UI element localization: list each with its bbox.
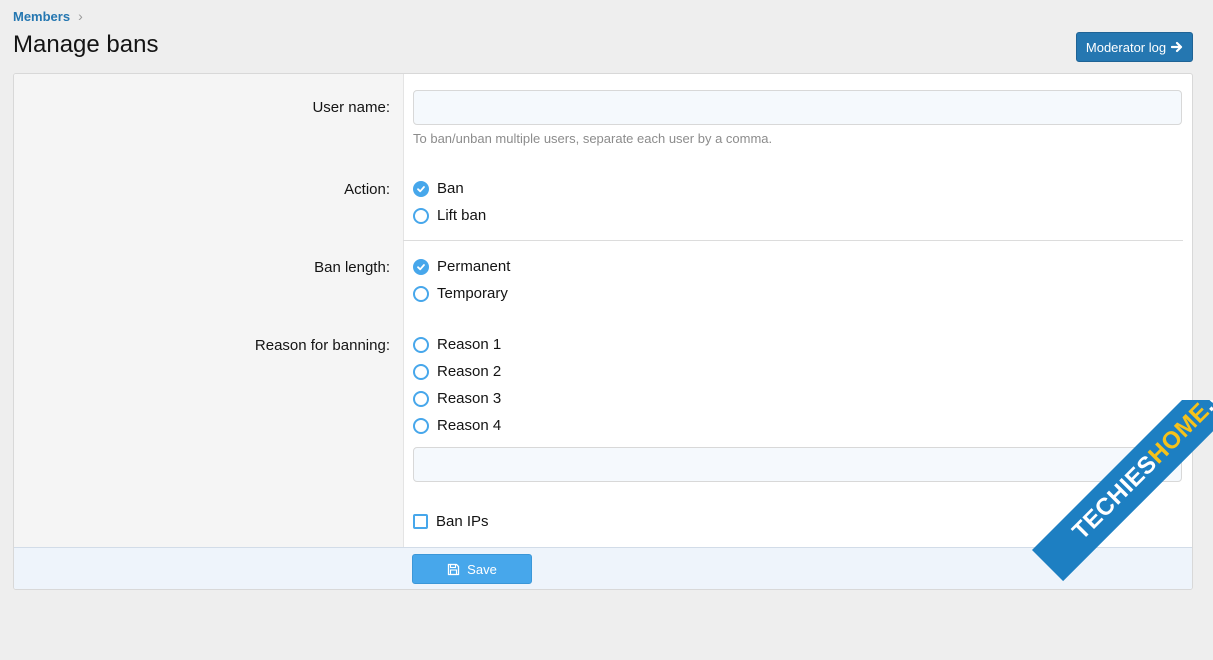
username-hint: To ban/unban multiple users, separate ea…: [413, 131, 773, 146]
reason-label: Reason for banning:: [254, 337, 390, 354]
radio-icon[interactable]: [413, 390, 429, 407]
action-option-lift-ban[interactable]: Lift ban: [413, 207, 486, 224]
breadcrumb-members-link[interactable]: Members: [13, 9, 70, 24]
reason-option-3[interactable]: Reason 3: [413, 390, 501, 407]
ban-length-label: Ban length:: [314, 259, 390, 276]
username-label: User name:: [312, 99, 390, 116]
breadcrumb: Members ›: [13, 8, 83, 24]
form-footer: Save: [14, 547, 1192, 589]
section-divider: [403, 240, 1183, 241]
moderator-log-button[interactable]: Moderator log: [1076, 32, 1193, 62]
action-option-label: Lift ban: [437, 207, 487, 224]
ban-length-option-label: Permanent: [437, 258, 511, 275]
action-option-ban[interactable]: Ban: [413, 180, 464, 197]
radio-icon[interactable]: [413, 285, 429, 302]
radio-icon[interactable]: [413, 207, 429, 224]
moderator-log-label: Moderator log: [1085, 39, 1167, 55]
action-label: Action:: [344, 181, 390, 198]
save-button[interactable]: Save: [412, 554, 532, 584]
radio-icon[interactable]: [413, 336, 429, 353]
radio-checked-icon[interactable]: [413, 180, 429, 197]
custom-reason-input[interactable]: [413, 447, 1182, 482]
chevron-right-icon: ›: [78, 8, 83, 24]
reason-option-4[interactable]: Reason 4: [413, 417, 501, 434]
username-input[interactable]: [413, 90, 1182, 125]
reason-option-label: Reason 4: [437, 417, 502, 434]
ban-length-option-label: Temporary: [437, 285, 508, 302]
page-title: Manage bans: [13, 31, 159, 58]
ban-ips-label: Ban IPs: [436, 513, 489, 530]
arrow-right-icon: [1171, 41, 1183, 53]
radio-icon[interactable]: [413, 363, 429, 380]
checkbox-icon[interactable]: [413, 514, 428, 529]
watermark-text-suffix: .COM: [1196, 400, 1213, 417]
reason-option-2[interactable]: Reason 2: [413, 363, 501, 380]
action-option-label: Ban: [437, 180, 464, 197]
radio-checked-icon[interactable]: [413, 258, 429, 275]
ban-length-option-permanent[interactable]: Permanent: [413, 258, 510, 275]
ban-ips-checkbox-row[interactable]: Ban IPs: [413, 513, 489, 530]
ban-length-option-temporary[interactable]: Temporary: [413, 285, 508, 302]
save-icon: [448, 563, 460, 575]
label-column: [14, 74, 404, 547]
reason-option-label: Reason 3: [437, 390, 502, 407]
save-label: Save: [467, 561, 497, 577]
ban-form-panel: User name: To ban/unban multiple users, …: [13, 73, 1193, 590]
reason-option-label: Reason 2: [437, 363, 502, 380]
reason-option-label: Reason 1: [437, 336, 502, 353]
radio-icon[interactable]: [413, 417, 429, 434]
reason-option-1[interactable]: Reason 1: [413, 336, 501, 353]
